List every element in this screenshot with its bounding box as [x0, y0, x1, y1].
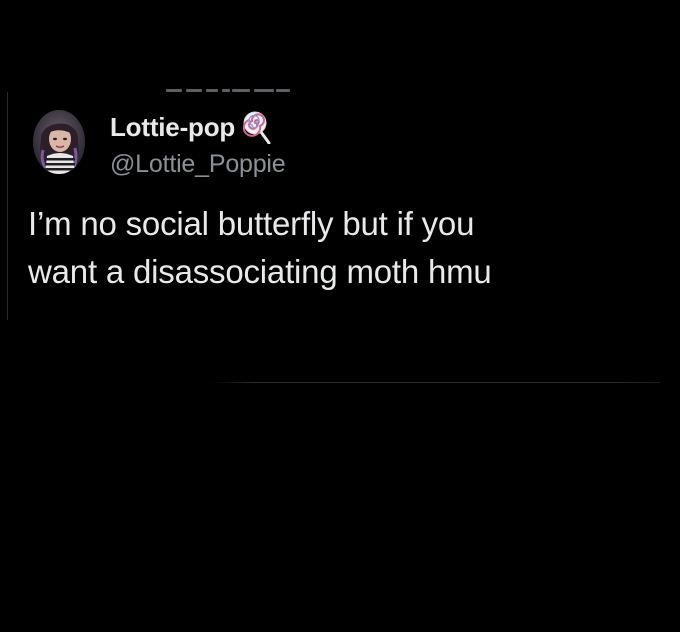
cropped-previous-text [166, 84, 290, 92]
handle[interactable]: @Lottie_Poppie [110, 150, 286, 179]
author-row: Lottie-pop [110, 110, 271, 145]
tweet-text: I’m no social butterfly but if you want … [28, 200, 648, 296]
avatar[interactable] [33, 110, 85, 174]
tweet-text-line: I’m no social butterfly but if you [28, 205, 475, 242]
tweet-text-line: want a disassociating moth hmu [28, 253, 492, 290]
thread-line [7, 92, 8, 320]
display-name[interactable]: Lottie-pop [110, 112, 235, 143]
lollipop-icon [242, 110, 271, 145]
divider [210, 382, 660, 383]
screenshot-frame: Lottie-pop @Lottie_Poppie I’m no social … [0, 0, 680, 632]
